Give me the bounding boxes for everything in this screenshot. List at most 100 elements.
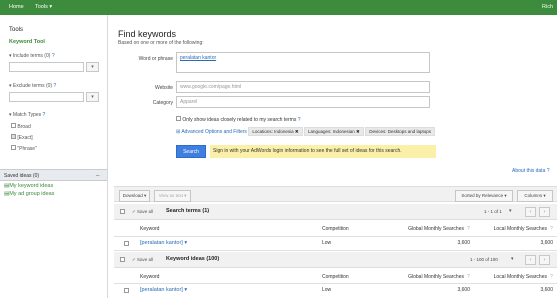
search-terms-pager: 1 - 1 of 1	[484, 209, 502, 214]
competition-cell: Low	[322, 240, 332, 246]
next-page-button[interactable]: ›	[539, 255, 550, 265]
help-icon[interactable]: ?	[550, 226, 553, 232]
include-terms-input[interactable]	[9, 62, 84, 72]
closely-related-checkbox[interactable]	[176, 116, 181, 121]
next-page-button[interactable]: ›	[539, 207, 550, 217]
row-checkbox[interactable]	[124, 288, 129, 293]
my-ad-group-ideas-link[interactable]: ▤My ad group ideas	[4, 191, 54, 197]
help-icon[interactable]: ?	[298, 117, 301, 123]
website-label: Website	[155, 85, 173, 91]
language-filter-chip[interactable]: Languages: Indonesian ✖	[304, 127, 364, 136]
phrase-option[interactable]: "Phrase"	[11, 145, 37, 152]
keyword-cell[interactable]: [peralatan kantor] ▾	[140, 240, 187, 246]
help-icon[interactable]: ?	[43, 112, 46, 118]
keyword-ideas-column-headers: Keyword Competition Global Monthly Searc…	[114, 270, 557, 283]
competition-column-header[interactable]: Competition	[322, 274, 349, 280]
search-terms-header: ✓ Save all Search terms (1) 1 - 1 of 1 ▾…	[114, 204, 557, 220]
competition-cell: Low	[322, 287, 332, 293]
sort-by-dropdown[interactable]: Sorted by Relevance ▾	[455, 190, 513, 202]
exclude-terms-label: ▾ Exclude terms (0)	[9, 83, 53, 89]
advanced-options-icon[interactable]: ⊞	[176, 129, 180, 135]
local-searches-column-header[interactable]: Local Monthly Searches	[477, 274, 547, 280]
saved-ideas-label: Saved ideas (0)	[4, 173, 40, 179]
include-terms-label: ▾ Include terms (0)	[9, 53, 51, 59]
download-button[interactable]: Download ▾	[119, 190, 150, 202]
collapse-icon[interactable]: _	[96, 170, 99, 176]
results-toolbar: Download ▾ View as text ▾ Sorted by Rele…	[114, 186, 557, 202]
page-subtitle: Based on one or more of the following:	[118, 40, 204, 46]
search-terms-title: Search terms (1)	[166, 208, 210, 214]
broad-option[interactable]: Broad	[11, 123, 31, 130]
table-row: [peralatan kantor] ▾ Low 3,600 3,600	[114, 237, 557, 250]
broad-checkbox[interactable]	[11, 123, 16, 128]
word-phrase-label: Word or phrase	[138, 56, 173, 62]
save-all-button[interactable]: ✓ Save all	[132, 257, 153, 263]
match-types-toggle[interactable]: ▾ Match Types ?	[9, 112, 45, 118]
keyword-ideas-title: Keyword ideas (100)	[166, 256, 220, 262]
exclude-terms-toggle[interactable]: ▾ Exclude terms (0) ?	[9, 83, 56, 89]
sign-in-message: Sign in with your AdWords login informat…	[210, 145, 436, 158]
search-button[interactable]: Search	[176, 145, 206, 158]
help-icon[interactable]: ?	[52, 53, 55, 59]
sidebar: Tools Keyword Tool ▾ Include terms (0) ?…	[0, 15, 108, 298]
columns-dropdown[interactable]: Columns ▾	[517, 190, 553, 202]
tools-heading: Tools	[9, 27, 24, 33]
closely-related-label: Only show ideas closely related to my se…	[182, 117, 297, 123]
filters-row: ⊞ Advanced Options and Filters Locations…	[176, 127, 436, 136]
exact-option[interactable]: [Exact]	[11, 134, 33, 141]
page-select-icon[interactable]: ▾	[511, 256, 514, 262]
my-keyword-ideas-link[interactable]: ▤My keyword ideas	[4, 183, 53, 189]
include-terms-toggle[interactable]: ▾ Include terms (0) ?	[9, 53, 55, 59]
sign-in-text[interactable]: Sign in with your AdWords login informat…	[213, 148, 402, 154]
home-tab[interactable]: Home	[9, 4, 24, 10]
global-searches-cell: 3,600	[457, 287, 470, 293]
keyword-tool-link[interactable]: Keyword Tool	[9, 39, 45, 45]
phrase-label: "Phrase"	[17, 146, 37, 152]
my-keyword-ideas-label: My keyword ideas	[9, 183, 54, 189]
global-searches-column-header[interactable]: Global Monthly Searches	[370, 226, 464, 232]
view-as-text-button[interactable]: View as text ▾	[154, 190, 191, 202]
help-icon[interactable]: ?	[53, 83, 56, 89]
page-title: Find keywords	[118, 29, 177, 39]
broad-label: Broad	[17, 124, 31, 130]
about-data-link[interactable]: About this data ?	[512, 168, 550, 174]
phrase-checkbox[interactable]	[11, 145, 16, 150]
help-icon[interactable]: ?	[467, 274, 470, 280]
select-all-checkbox[interactable]	[120, 209, 125, 214]
row-checkbox[interactable]	[124, 241, 129, 246]
closely-related-option[interactable]: Only show ideas closely related to my se…	[176, 116, 301, 123]
my-ad-group-ideas-label: My ad group ideas	[9, 191, 55, 197]
category-label: Category	[152, 100, 173, 106]
website-input[interactable]: www.google.com/page.html	[176, 81, 430, 93]
competition-column-header[interactable]: Competition	[322, 226, 349, 232]
prev-page-button[interactable]: ‹	[525, 207, 536, 217]
top-navigation-bar: Home Tools ▾ Rich	[0, 0, 557, 15]
search-terms-column-headers: Keyword Competition Global Monthly Searc…	[114, 222, 557, 236]
keyword-ideas-header: ✓ Save all Keyword ideas (100) 1 - 100 o…	[114, 252, 557, 268]
global-searches-column-header[interactable]: Global Monthly Searches	[370, 274, 464, 280]
select-all-checkbox[interactable]	[120, 257, 125, 262]
exclude-terms-input[interactable]	[9, 92, 84, 102]
exclude-terms-dropdown[interactable]: ▾	[86, 92, 99, 102]
user-menu[interactable]: Rich	[542, 4, 553, 10]
include-terms-dropdown[interactable]: ▾	[86, 62, 99, 72]
help-icon[interactable]: ?	[550, 274, 553, 280]
exact-checkbox[interactable]	[11, 134, 16, 139]
prev-page-button[interactable]: ‹	[525, 255, 536, 265]
keyword-column-header[interactable]: Keyword	[140, 226, 159, 232]
keyword-cell[interactable]: [peralatan kantor] ▾	[140, 287, 187, 293]
location-filter-chip[interactable]: Locations: Indonesia ✖	[248, 127, 303, 136]
keyword-ideas-pager: 1 - 100 of 100	[470, 257, 498, 262]
table-row: [peralatan kantor] ▾ Low 3,600 3,600	[114, 284, 557, 297]
saved-ideas-header[interactable]: Saved ideas (0) _	[0, 169, 107, 181]
help-icon[interactable]: ?	[467, 226, 470, 232]
keyword-column-header[interactable]: Keyword	[140, 274, 159, 280]
tools-menu[interactable]: Tools ▾	[35, 4, 52, 10]
device-filter-chip[interactable]: Devices: Desktops and laptops	[365, 127, 436, 136]
local-searches-column-header[interactable]: Local Monthly Searches	[477, 226, 547, 232]
page-select-icon[interactable]: ▾	[509, 208, 512, 214]
word-phrase-input[interactable]: peralatan kantor	[176, 52, 430, 73]
category-input[interactable]: Apparel	[176, 96, 430, 108]
advanced-options-link[interactable]: Advanced Options and Filters	[181, 129, 247, 135]
save-all-button[interactable]: ✓ Save all	[132, 209, 153, 215]
